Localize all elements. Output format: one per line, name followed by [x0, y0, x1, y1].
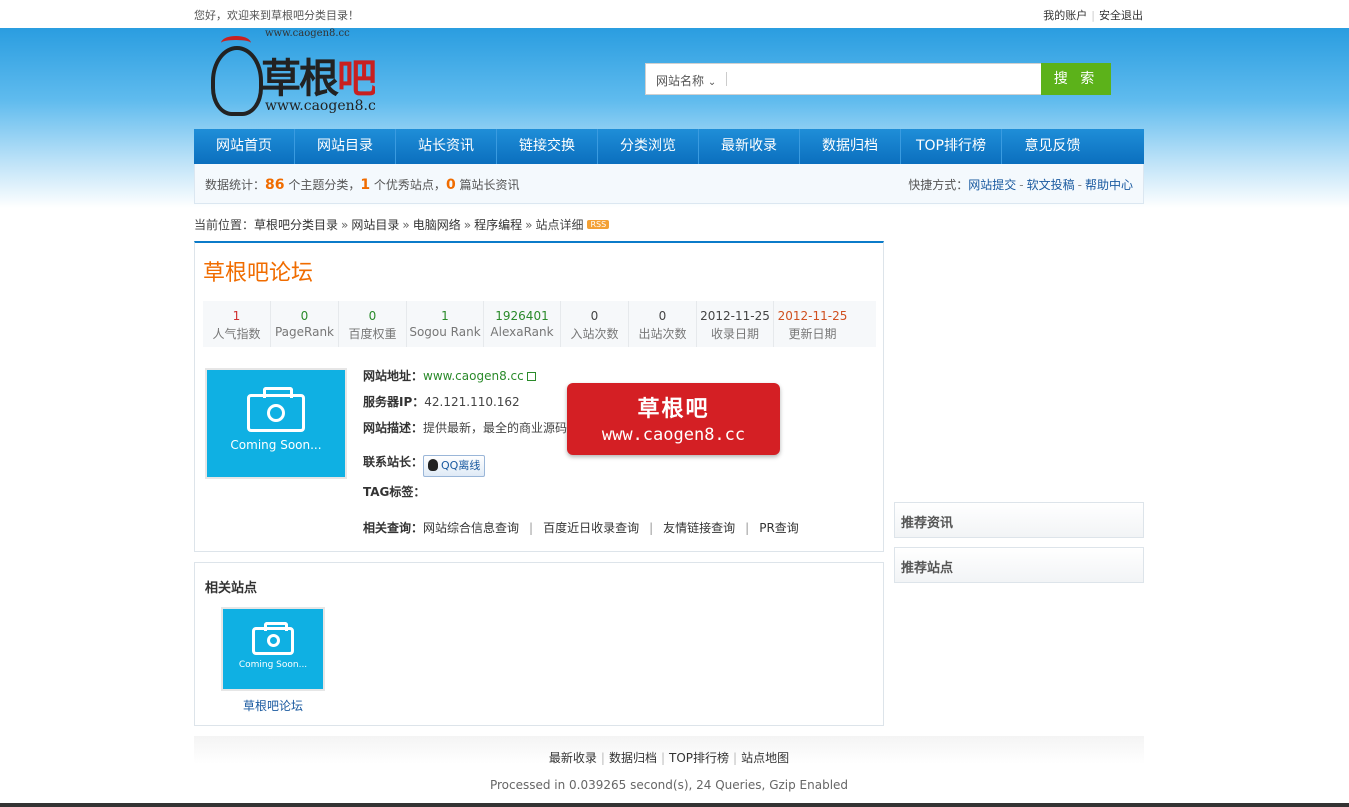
welcome-text: 您好，欢迎来到草根吧分类目录！ — [194, 9, 359, 22]
top-bar: 您好，欢迎来到草根吧分类目录！ 我的账户 | 安全退出 — [0, 0, 1349, 28]
site-title: 草根吧论坛 — [203, 261, 314, 286]
logo-name: 草根吧 — [261, 55, 375, 102]
breadcrumb-computer-network[interactable]: 电脑网络 — [413, 218, 461, 232]
logo-url: www.caogen8.cc — [265, 98, 375, 114]
site-logo[interactable]: www.caogen8.cc 草根吧 www.caogen8.cc — [205, 28, 375, 128]
footer-top[interactable]: TOP排行榜 — [669, 751, 729, 765]
query-pr[interactable]: PR查询 — [759, 521, 799, 535]
footer-archive[interactable]: 数据归档 — [609, 751, 657, 765]
site-metrics: 1 人气指数 0 PageRank 0 百度权重 1 Sogou Rank 192640… — [203, 301, 876, 347]
footer-sitemap[interactable]: 站点地图 — [741, 751, 789, 765]
bottom-border — [0, 803, 1349, 807]
nav-item-top[interactable]: TOP排行榜 — [901, 129, 1002, 164]
nav-item-categories[interactable]: 分类浏览 — [598, 129, 699, 164]
footer-latest[interactable]: 最新收录 — [549, 751, 597, 765]
site-url-link[interactable]: www.caogen8.cc — [423, 369, 524, 383]
stats-bar: 数据统计：86 个主题分类，1 个优秀站点，0 篇站长资讯 快捷方式：网站提交 -… — [194, 164, 1144, 204]
shortcut-submit-site[interactable]: 网站提交 — [968, 178, 1016, 192]
metric-pagerank: 0 PageRank — [271, 301, 339, 347]
logout-link[interactable]: 安全退出 — [1099, 9, 1143, 22]
nav-item-feedback[interactable]: 意见反馈 — [1002, 129, 1103, 164]
logo-mark-icon — [211, 36, 263, 116]
metric-updated-date: 2012-11-25 更新日期 — [777, 309, 848, 341]
site-thumbnail[interactable]: Coming Soon... — [205, 368, 347, 479]
footer: 最新收录 | 数据归档 | TOP排行榜 | 站点地图 Processed in 0.039… — [194, 736, 1144, 806]
shortcut-help[interactable]: 帮助中心 — [1085, 178, 1133, 192]
metric-added-date: 2012-11-25 收录日期 — [697, 301, 774, 347]
query-baidu-index[interactable]: 百度近日收录查询 — [543, 521, 639, 535]
desc-label: 网站描述： — [363, 421, 424, 435]
nav-item-link-exchange[interactable]: 链接交换 — [497, 129, 598, 164]
external-link-icon[interactable] — [526, 372, 536, 381]
qq-contact-button[interactable]: QQ离线 — [423, 455, 486, 477]
tag-label: TAG标签： — [363, 485, 426, 499]
metric-popularity: 1 人气指数 — [203, 301, 271, 347]
server-ip: 42.121.110.162 — [424, 395, 520, 409]
search-input[interactable] — [726, 66, 1036, 92]
contact-label: 联系站长： — [363, 455, 424, 469]
breadcrumb-programming[interactable]: 程序编程 — [474, 218, 522, 232]
camera-icon — [247, 387, 305, 432]
related-queries: 相关查询：网站综合信息查询 | 百度近日收录查询 | 友情链接查询 | PR查询 — [363, 521, 799, 535]
breadcrumb-current: 站点详细 — [535, 218, 584, 232]
search-type-select[interactable]: 网站名称 ⌄ — [656, 72, 716, 89]
stats-summary: 数据统计：86 个主题分类，1 个优秀站点，0 篇站长资讯 — [205, 177, 520, 193]
watermark-badge: 草根吧 www.caogen8.cc — [567, 383, 780, 455]
footer-links: 最新收录 | 数据归档 | TOP排行榜 | 站点地图 — [548, 751, 790, 765]
rss-icon[interactable]: RSS — [587, 220, 610, 229]
thumbnail-text: Coming Soon... — [230, 438, 322, 452]
sidebar-recommended-news: 推荐资讯 — [894, 502, 1144, 538]
shortcut-submit-article[interactable]: 软文投稿 — [1027, 178, 1075, 192]
camera-icon — [252, 622, 294, 655]
related-sites-heading: 相关站点 — [205, 581, 258, 596]
nav-item-home[interactable]: 网站首页 — [194, 129, 295, 164]
search-bar: 网站名称 ⌄ 搜 索 — [645, 63, 1111, 95]
search-button[interactable]: 搜 索 — [1041, 63, 1111, 95]
nav-item-directory[interactable]: 网站目录 — [295, 129, 396, 164]
nav-item-archive[interactable]: 数据归档 — [800, 129, 901, 164]
metric-alexa-rank: 1926401 AlexaRank — [484, 301, 561, 347]
processing-info: Processed in 0.039265 second(s), 24 Quer… — [489, 778, 849, 792]
query-site-info[interactable]: 网站综合信息查询 — [423, 521, 519, 535]
logo-small-url: www.caogen8.cc — [265, 28, 350, 39]
site-description: 提供最新，最全的商业源码 — [423, 421, 568, 435]
main-nav: 网站首页 网站目录 站长资讯 链接交换 分类浏览 最新收录 数据归档 TOP排行… — [194, 129, 1144, 164]
site-detail-panel: 草根吧论坛 1 人气指数 0 PageRank 0 百度权重 1 Sogou Rank … — [194, 241, 884, 552]
nav-item-news[interactable]: 站长资讯 — [396, 129, 497, 164]
sidebar-recommended-sites: 推荐站点 — [894, 547, 1144, 583]
qq-penguin-icon — [428, 459, 439, 471]
my-account-link[interactable]: 我的账户 — [1043, 9, 1087, 22]
shortcuts: 快捷方式：网站提交 - 软文投稿 - 帮助中心 — [908, 178, 1133, 192]
related-site-thumbnail[interactable]: Coming Soon... — [221, 607, 325, 691]
url-label: 网站地址： — [363, 369, 424, 383]
metric-outbound: 0 出站次数 — [629, 301, 697, 347]
breadcrumb-home[interactable]: 草根吧分类目录 — [254, 218, 338, 232]
metric-inbound: 0 入站次数 — [561, 301, 629, 347]
breadcrumb-directory[interactable]: 网站目录 — [351, 218, 399, 232]
breadcrumb: 当前位置：草根吧分类目录» 网站目录» 电脑网络» 程序编程» 站点详细 RSS — [194, 216, 610, 233]
chevron-down-icon: ⌄ — [707, 77, 717, 88]
metric-baidu-weight: 0 百度权重 — [339, 301, 407, 347]
ip-label: 服务器IP： — [363, 395, 425, 409]
metric-sogou-rank: 1 Sogou Rank — [407, 301, 484, 347]
query-friend-links[interactable]: 友情链接查询 — [663, 521, 735, 535]
account-links: 我的账户 | 安全退出 — [1043, 9, 1143, 22]
related-site-link[interactable]: 草根吧论坛 — [221, 697, 325, 714]
related-sites-panel: 相关站点 Coming Soon... 草根吧论坛 — [194, 562, 884, 726]
site-info: 网站地址：www.caogen8.cc 服务器IP：42.121.110.162… — [363, 367, 567, 509]
nav-item-latest[interactable]: 最新收录 — [699, 129, 800, 164]
